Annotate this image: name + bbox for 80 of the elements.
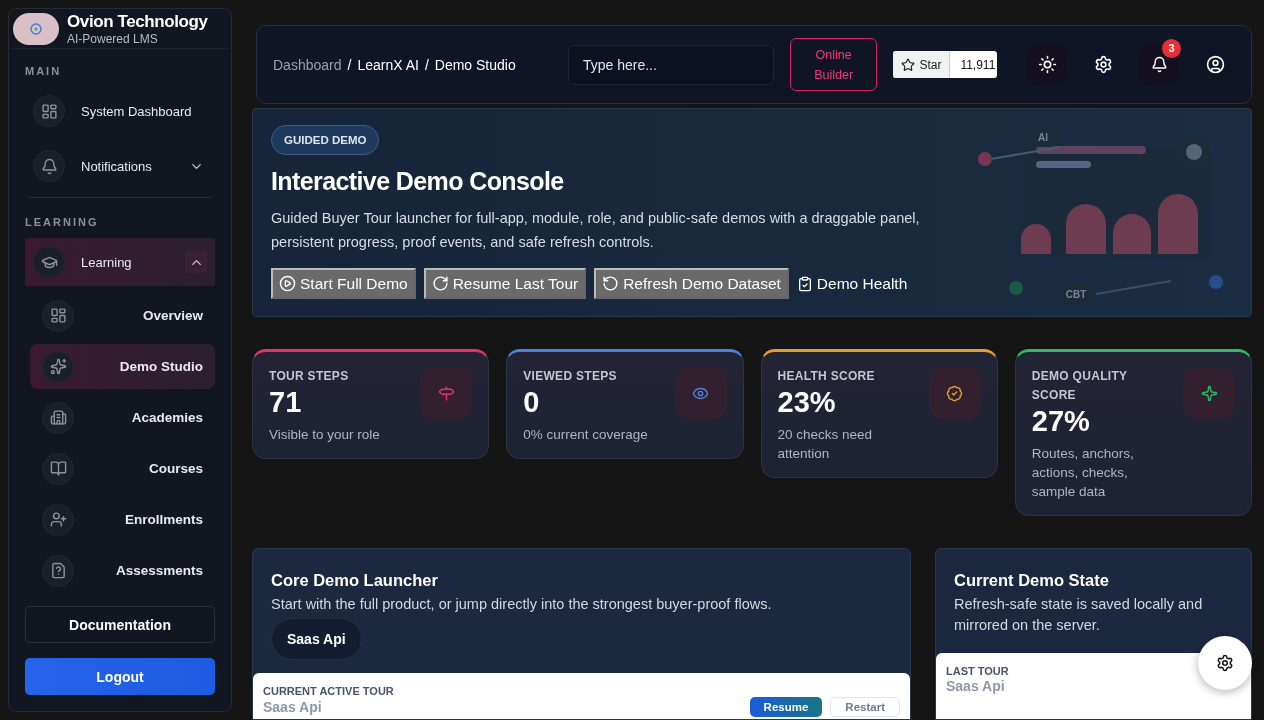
badge-check-icon [946, 384, 964, 402]
stat-label: DEMO QUALITY SCORE [1031, 368, 1129, 404]
documentation-button[interactable]: Documentation [25, 606, 215, 643]
expand-toggle[interactable] [185, 251, 207, 273]
sparkle-icon [1200, 384, 1218, 402]
card-title: Current Demo State [954, 571, 1110, 590]
sparkles-icon [49, 358, 67, 375]
nav-subitem[interactable]: Demo Studio [30, 344, 215, 389]
settings-icon [1216, 654, 1234, 672]
signpost-icon [437, 384, 455, 402]
nav-item[interactable]: System Dashboard [25, 87, 215, 135]
online-builder-button[interactable]: Online Builder [789, 38, 878, 91]
bell-icon [1150, 56, 1168, 73]
theme-toggle-button[interactable] [1027, 43, 1068, 86]
hero-title: Interactive Demo Console [271, 167, 564, 196]
nav-item[interactable]: Learning [25, 238, 215, 286]
bell-icon [40, 157, 58, 175]
panel-label: CURRENT ACTIVE TOUR [263, 685, 395, 697]
user-circle-icon [1205, 55, 1225, 74]
stat-value: 0 [523, 386, 541, 419]
tour-chip[interactable]: Saas Api [271, 618, 362, 660]
stat-note: Visible to your role [269, 426, 380, 444]
breadcrumb-link[interactable]: Dashboard [273, 54, 342, 75]
nav-subitem[interactable]: Overview [30, 293, 215, 338]
rotate-icon [431, 275, 449, 292]
grid-icon [40, 102, 58, 120]
stat-value: 23% [777, 386, 837, 419]
hero-action-button[interactable]: Resume Last Tour [423, 268, 587, 299]
user-plus-icon [49, 511, 67, 528]
book-icon [49, 460, 67, 477]
nav-item[interactable]: Notifications [25, 142, 215, 190]
sun-icon [1037, 55, 1057, 74]
breadcrumb-link[interactable]: Demo Studio [434, 54, 516, 75]
stat-label: VIEWED STEPS [523, 368, 618, 385]
stat-label: HEALTH SCORE [777, 368, 876, 385]
panel-label: LAST TOUR [946, 665, 1010, 677]
nav-subitem[interactable]: Assessments [30, 548, 215, 591]
stat-note: 0% current coverage [523, 426, 648, 444]
dashboard-illustration-drawing: AI CBT [971, 119, 1231, 309]
nav-subitem[interactable]: Courses [30, 446, 215, 491]
breadcrumb-separator: / [424, 55, 429, 75]
stat-label: TOUR STEPS [269, 368, 350, 385]
star-button[interactable]: Star [893, 51, 951, 78]
card-description: Refresh-safe state is saved locally and mirrored on the server. [954, 595, 1204, 635]
settings-icon [1093, 55, 1113, 74]
stat-note: Routes, anchors, actions, checks, sample data [1031, 445, 1135, 501]
nav-subitem[interactable]: Enrollments [30, 497, 215, 542]
search-field[interactable]: Type here... [567, 44, 774, 85]
stat-value: 27% [1031, 405, 1091, 438]
hero-action-button[interactable]: Refresh Demo Dataset [594, 268, 789, 299]
breadcrumb-separator: / [347, 55, 352, 75]
grid-icon [49, 307, 67, 324]
hero-badge: GUIDED DEMO [271, 125, 380, 155]
hero-action-button[interactable]: Start Full Demo [271, 268, 416, 299]
tour-name: Saas Api [263, 699, 322, 715]
building-icon [49, 409, 67, 426]
section-title: MAIN [25, 65, 63, 77]
notification-badge: 3 [1162, 38, 1182, 58]
card-title: Core Demo Launcher [271, 571, 439, 590]
restart-button[interactable]: Restart [830, 697, 900, 717]
stat-value: 71 [269, 386, 303, 419]
clipboard-check-icon [796, 275, 813, 292]
demo-health-link[interactable]: Demo Health [796, 274, 908, 293]
stat-note: 20 checks need attention [777, 426, 874, 463]
logout-button[interactable]: Logout [25, 658, 215, 695]
brand-name: Ovion Technology [67, 11, 208, 32]
card-description: Start with the full product, or jump directly into the strongest buyer-proof flows. [271, 595, 773, 614]
resume-button[interactable]: Resume [749, 697, 823, 717]
tour-name: Saas Api [946, 678, 1005, 694]
brand-logo [13, 12, 59, 45]
star-icon [901, 57, 916, 72]
refresh-icon [602, 275, 620, 292]
play-icon [279, 275, 296, 292]
question-file-icon [49, 562, 67, 579]
section-title: LEARNING [25, 216, 100, 228]
breadcrumb-link[interactable]: LearnX AI [357, 54, 419, 75]
star-count: 11,911 [959, 56, 997, 74]
brand-tagline: AI-Powered LMS [67, 31, 159, 46]
nav-subitem[interactable]: Academies [30, 395, 215, 440]
hero-description: Guided Buyer Tour launcher for full-app, module, role, and public-safe demos with a draggable panel, persistent progress, proof events, and safe refresh controls. [271, 209, 921, 252]
